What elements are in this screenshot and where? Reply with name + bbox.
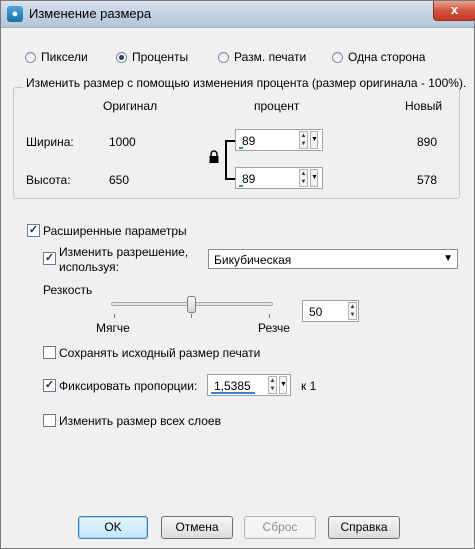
- width-percent-value: 89: [242, 134, 256, 148]
- app-icon: ●: [7, 6, 23, 22]
- radio-print-size-label[interactable]: Разм. печати: [234, 50, 306, 64]
- ok-button[interactable]: OK: [78, 516, 148, 539]
- resample-label-line1[interactable]: Изменить разрешение,: [59, 245, 188, 259]
- height-percent-value: 89: [242, 172, 256, 186]
- width-stepper-icon[interactable]: ▲ ▼: [299, 131, 308, 149]
- height-percent-underline: [239, 185, 243, 187]
- sharpness-slider-thumb[interactable]: [187, 296, 196, 313]
- sharpness-max-label: Резче: [258, 321, 290, 335]
- radio-pixels-label[interactable]: Пиксели: [41, 50, 88, 64]
- ratio-input[interactable]: 1,5385 ▲ ▼ ▼: [207, 374, 291, 396]
- advanced-label[interactable]: Расширенные параметры: [43, 224, 187, 238]
- col-percent: процент: [254, 99, 300, 113]
- col-original: Оригинал: [103, 99, 158, 113]
- lock-ratio-label[interactable]: Фиксировать пропорции:: [59, 379, 197, 393]
- height-stepper-icon[interactable]: ▲ ▼: [299, 169, 308, 187]
- radio-percent[interactable]: [116, 52, 127, 63]
- height-dropdown-icon[interactable]: ▼: [310, 169, 318, 187]
- width-percent-input[interactable]: 89 ▲ ▼ ▼: [235, 129, 323, 151]
- lock-ratio-checkbox[interactable]: ✓: [43, 379, 56, 392]
- sharpness-label: Резкость: [43, 283, 93, 297]
- reset-button[interactable]: Сброс: [244, 516, 316, 539]
- sharpness-value: 50: [309, 305, 323, 319]
- close-icon: x: [450, 2, 459, 17]
- keep-print-size-checkbox[interactable]: [43, 346, 56, 359]
- ratio-suffix: к 1: [301, 379, 317, 393]
- slider-tick-min: [114, 314, 115, 318]
- ratio-stepper-icon[interactable]: ▲ ▼: [268, 376, 277, 394]
- ratio-value: 1,5385: [214, 379, 251, 393]
- resize-dialog: ● Изменение размера x Пиксели Проценты Р…: [0, 0, 475, 549]
- radio-pixels[interactable]: [25, 52, 36, 63]
- ratio-dropdown-icon[interactable]: ▼: [279, 376, 287, 394]
- resample-label-line2[interactable]: используя:: [59, 260, 119, 274]
- col-new: Новый: [405, 99, 443, 113]
- lock-icon[interactable]: [208, 150, 220, 164]
- cancel-button[interactable]: Отмена: [161, 516, 233, 539]
- all-layers-checkbox[interactable]: [43, 414, 56, 427]
- resample-method-select[interactable]: Бикубическая ▼: [208, 249, 458, 269]
- radio-percent-label[interactable]: Проценты: [132, 50, 188, 64]
- close-button[interactable]: x: [433, 1, 475, 21]
- aspect-link-bracket: [225, 140, 235, 180]
- height-percent-input[interactable]: 89 ▲ ▼ ▼: [235, 167, 323, 189]
- width-original: 1000: [109, 135, 136, 149]
- advanced-checkbox[interactable]: ✓: [27, 224, 40, 237]
- resample-method-value: Бикубическая: [214, 253, 292, 267]
- height-original: 650: [109, 173, 130, 187]
- radio-one-side[interactable]: [332, 52, 343, 63]
- ratio-underline: [211, 392, 255, 394]
- width-percent-underline: [239, 147, 243, 149]
- all-layers-label[interactable]: Изменить размер всех слоев: [59, 414, 221, 428]
- width-label: Ширина:: [26, 135, 74, 149]
- resize-description: Изменить размер с помощью изменения проц…: [23, 76, 470, 90]
- width-dropdown-icon[interactable]: ▼: [310, 131, 318, 149]
- resample-checkbox[interactable]: ✓: [43, 252, 56, 265]
- chevron-down-icon: ▼: [443, 253, 453, 264]
- window-title: Изменение размера: [29, 6, 152, 21]
- slider-tick-mid: [191, 314, 192, 318]
- width-new: 890: [417, 135, 438, 149]
- radio-print-size[interactable]: [218, 52, 229, 63]
- sharpness-min-label: Мягче: [96, 321, 130, 335]
- slider-tick-max: [269, 314, 270, 318]
- keep-print-size-label[interactable]: Сохранять исходный размер печати: [59, 346, 260, 360]
- radio-one-side-label[interactable]: Одна сторона: [348, 50, 425, 64]
- height-new: 578: [417, 173, 438, 187]
- title-bar[interactable]: ● Изменение размера x: [1, 1, 475, 28]
- height-label: Высота:: [26, 173, 71, 187]
- help-button[interactable]: Справка: [328, 516, 400, 539]
- sharpness-input[interactable]: 50 ▲ ▼: [302, 300, 359, 322]
- sharpness-stepper-icon[interactable]: ▲ ▼: [348, 302, 357, 320]
